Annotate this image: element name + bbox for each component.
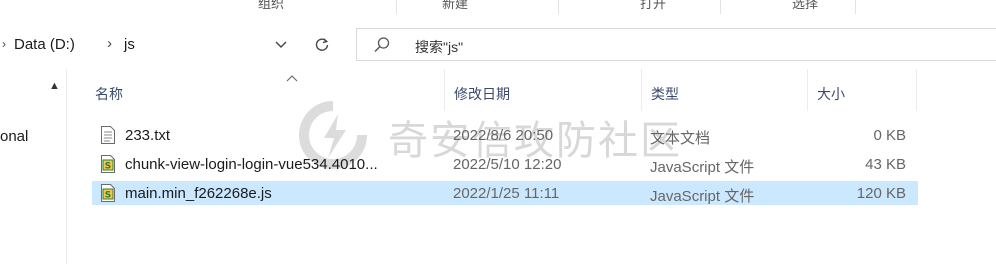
nav-scroll-up-icon[interactable]: ▲ xyxy=(49,80,60,92)
ribbon-separator xyxy=(396,0,397,14)
sort-ascending-icon xyxy=(286,75,298,82)
file-modified: 2022/5/10 12:20 xyxy=(453,156,562,173)
chevron-down-icon xyxy=(275,41,287,48)
file-name: main.min_f262268e.js xyxy=(125,185,272,202)
ribbon-separator xyxy=(855,0,856,14)
refresh-button[interactable] xyxy=(305,30,339,60)
file-row-selected[interactable]: S main.min_f262268e.js 2022/1/25 11:11 J… xyxy=(92,181,918,205)
ribbon-separator xyxy=(558,0,559,14)
js-file-icon: S xyxy=(101,155,115,173)
column-header-name-label: 名称 xyxy=(95,86,123,102)
file-name: chunk-view-login-login-vue534.4010... xyxy=(125,156,378,173)
refresh-icon xyxy=(315,38,329,51)
nav-item[interactable]: onal xyxy=(0,128,28,145)
file-modified: 2022/8/6 20:50 xyxy=(453,127,554,144)
file-type: JavaScript 文件 xyxy=(650,188,755,205)
file-size: 0 KB xyxy=(873,127,906,144)
breadcrumb-separator-icon: › xyxy=(107,35,112,52)
column-header-type[interactable]: 类型 xyxy=(642,69,808,111)
file-modified: 2022/1/25 11:11 xyxy=(453,185,560,202)
ribbon-group-select: 选择 xyxy=(792,0,819,11)
breadcrumb-drive[interactable]: Data (D:) xyxy=(14,36,75,53)
breadcrumb-separator-icon: › xyxy=(2,37,6,51)
column-header-name[interactable]: 名称 xyxy=(90,69,445,111)
js-file-icon: S xyxy=(101,184,115,202)
address-row: › Data (D:) › js 搜索"js" xyxy=(0,18,996,69)
column-header-modified-label: 修改日期 xyxy=(454,86,510,102)
text-file-icon xyxy=(101,126,115,144)
search-input[interactable]: 搜索"js" xyxy=(415,37,463,57)
column-header-size[interactable]: 大小 xyxy=(808,69,917,111)
column-header-size-label: 大小 xyxy=(817,86,845,102)
ribbon-group-new: 新建 xyxy=(442,0,469,11)
search-icon xyxy=(374,37,390,52)
file-type: 文本文档 xyxy=(650,130,711,147)
file-name: 233.txt xyxy=(125,127,171,144)
file-row[interactable]: 233.txt 2022/8/6 20:50 文本文档 0 KB xyxy=(92,123,918,147)
navigation-pane: ▲ onal xyxy=(0,69,66,264)
svg-text:S: S xyxy=(105,162,111,172)
address-history-dropdown[interactable] xyxy=(266,30,296,60)
file-size: 120 KB xyxy=(856,185,906,202)
column-header-type-label: 类型 xyxy=(651,86,679,102)
search-box[interactable]: 搜索"js" xyxy=(356,28,996,61)
column-header-modified[interactable]: 修改日期 xyxy=(445,69,642,111)
ribbon-group-organize: 组织 xyxy=(258,0,285,11)
column-header-row: 名称 修改日期 类型 大小 xyxy=(67,69,996,111)
svg-text:S: S xyxy=(105,191,111,201)
file-row[interactable]: S chunk-view-login-login-vue534.4010... … xyxy=(92,152,918,176)
ribbon-group-open: 打开 xyxy=(640,0,667,11)
breadcrumb-current-folder[interactable]: js xyxy=(124,36,135,53)
ribbon-group-labels: 组织 新建 打开 选择 xyxy=(0,0,996,18)
file-type: JavaScript 文件 xyxy=(650,159,755,176)
address-bar[interactable]: › Data (D:) › js xyxy=(0,28,345,61)
ribbon-separator xyxy=(720,0,721,14)
file-size: 43 KB xyxy=(865,156,906,173)
